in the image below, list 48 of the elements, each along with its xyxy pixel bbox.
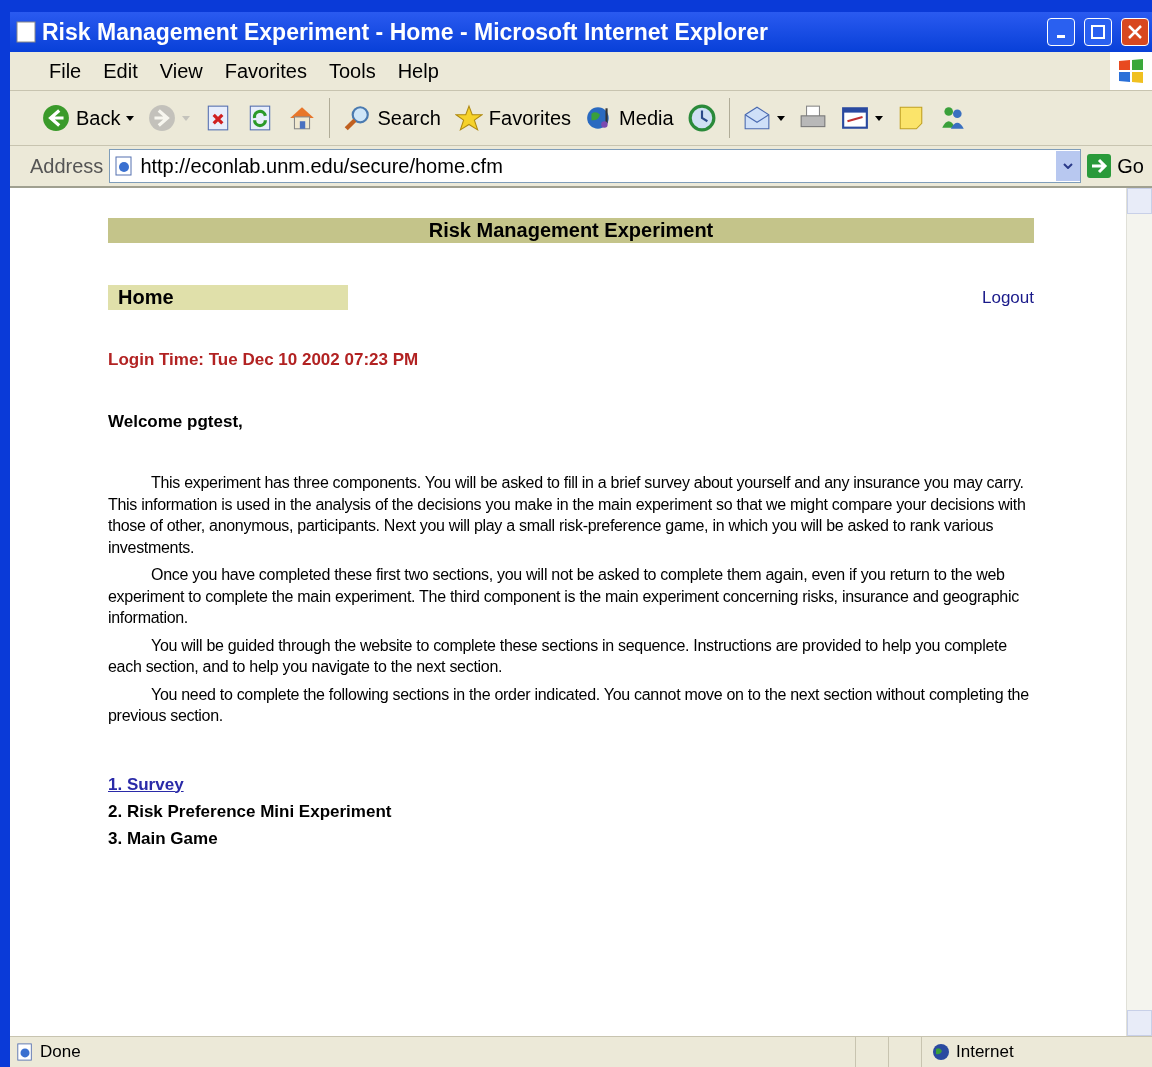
go-button[interactable]: Go: [1087, 154, 1152, 178]
address-label: Address: [30, 154, 104, 178]
maximize-icon: [1091, 25, 1105, 39]
paragraph: Once you have completed these first two sections, you will not be asked to complete them again, even if you return to the web experiment to complete the main experiment. The third component is the main experiment concerning risks, insurance and geographic information.: [108, 565, 1020, 628]
section-item: 3. Main Game: [108, 828, 219, 849]
globe-icon: [932, 1043, 950, 1061]
page-icon: [16, 1043, 34, 1061]
page-banner: Risk Management Experiment: [108, 218, 1034, 243]
paragraph: You will be guided through the website to complete these sections in sequence. Instructions are provided to help you complete each section, and to help you navigate to the next section.: [108, 635, 1008, 677]
menu-item[interactable]: Tools: [317, 55, 387, 87]
minimize-icon: [1057, 34, 1065, 38]
section-link[interactable]: 1. Survey: [108, 774, 184, 794]
page-icon: [16, 21, 36, 43]
address-field[interactable]: http://econlab.unm.edu/secure/home.cfm: [109, 149, 1082, 183]
paragraph: You need to complete the following sections in the order indicated. You cannot move on to the next section without completing the previous section.: [108, 684, 1030, 726]
star-icon: [454, 104, 483, 132]
caret-icon[interactable]: [776, 115, 785, 121]
menu-item[interactable]: Help: [386, 55, 450, 87]
status-text: Done: [40, 1042, 81, 1062]
search-button[interactable]: Search: [339, 102, 445, 134]
clock-icon: [687, 104, 716, 132]
caret-icon[interactable]: [874, 115, 883, 121]
welcome-text: Welcome pgtest,: [108, 412, 244, 432]
logout-link[interactable]: Logout: [982, 287, 1034, 308]
dropdown-button[interactable]: [1056, 151, 1081, 181]
menu-item[interactable]: View: [148, 55, 214, 87]
section-item: 2. Risk Preference Mini Experiment: [108, 801, 393, 822]
media-button[interactable]: Media: [581, 102, 678, 134]
page-icon: [114, 156, 135, 176]
windows-flag-icon: [1117, 57, 1145, 85]
chevron-down-icon: [1063, 163, 1074, 169]
minimize-button[interactable]: [1047, 18, 1075, 46]
back-button[interactable]: Back: [38, 102, 139, 134]
login-time: Login Time: Tue Dec 10 2002 07:23 PM: [108, 350, 420, 370]
window-title: Risk Management Experiment - Home - Microsoft Internet Explorer: [42, 18, 769, 46]
close-icon: [1128, 25, 1142, 39]
favorites-button[interactable]: Favorites: [450, 102, 576, 134]
paragraph: This experiment has three components. You will be asked to fill in a brief survey about yourself and any insurance you may carry. This information is used in the analysis of the decisions you make in the main experiment so that we might compare your decisions with those of other, anonymous, participants. Next you will play a small risk-preference game, in which you will be asked to rank various investments.: [108, 473, 1027, 558]
scrollbar[interactable]: [1126, 188, 1152, 1036]
maximize-button[interactable]: [1084, 18, 1112, 46]
close-button[interactable]: [1121, 18, 1149, 46]
menu-item[interactable]: Favorites: [213, 55, 318, 87]
menu-item[interactable]: Edit: [92, 55, 149, 87]
menu-item[interactable]: File: [38, 55, 93, 87]
section-heading: Home: [108, 285, 348, 310]
search-icon: [343, 104, 372, 132]
caret-icon[interactable]: [126, 115, 135, 121]
zone-text: Internet: [956, 1042, 1014, 1062]
